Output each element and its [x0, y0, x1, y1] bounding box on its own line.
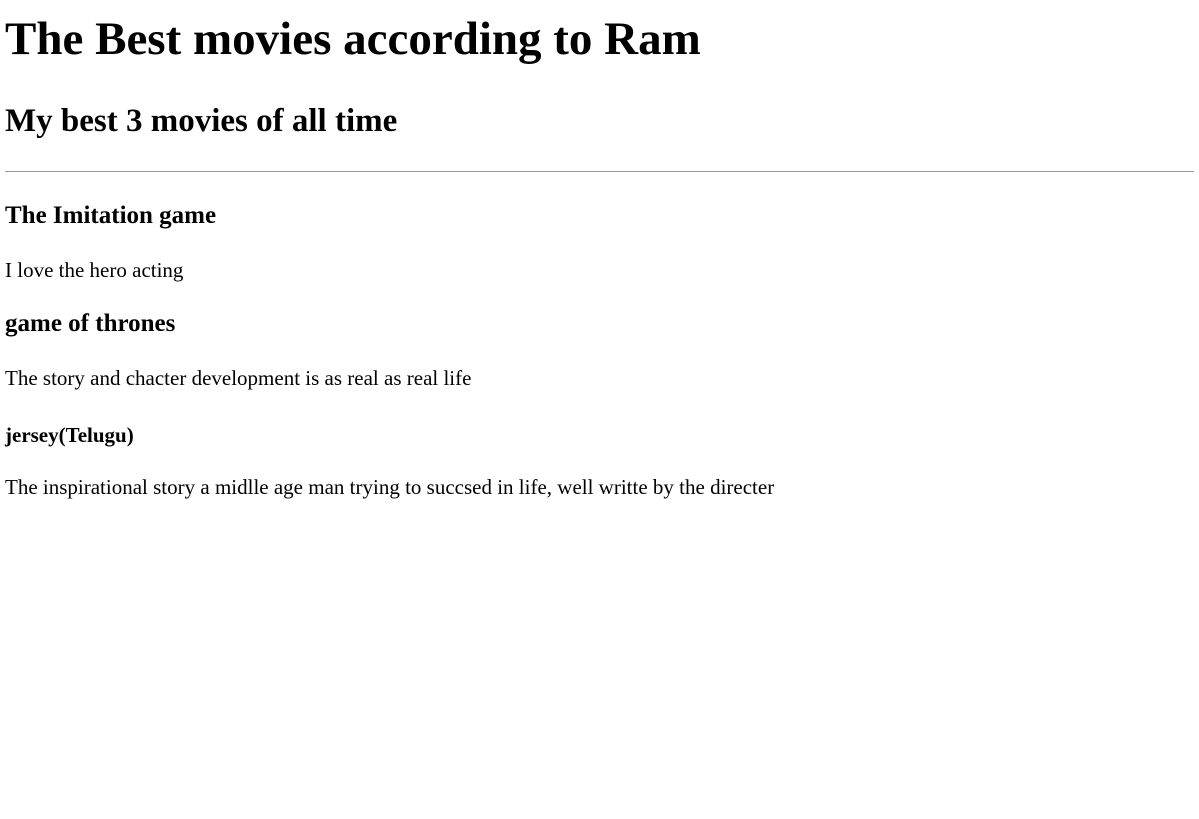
movie-title: The Imitation game — [5, 202, 217, 229]
page-subtitle: My best 3 movies of all time — [5, 103, 398, 139]
movie-title: game of thrones — [5, 310, 176, 337]
divider — [5, 171, 1194, 172]
page-title: The Best movies according to Ram — [5, 13, 701, 65]
page-content: The Best movies according to Ram My best… — [0, 12, 1199, 499]
movie-description: The inspirational story a midlle age man… — [5, 475, 775, 499]
movie-title: jersey(Telugu) — [5, 423, 134, 447]
movie-description: The story and chacter development is as … — [5, 366, 472, 390]
movie-description: I love the hero acting — [5, 258, 184, 282]
